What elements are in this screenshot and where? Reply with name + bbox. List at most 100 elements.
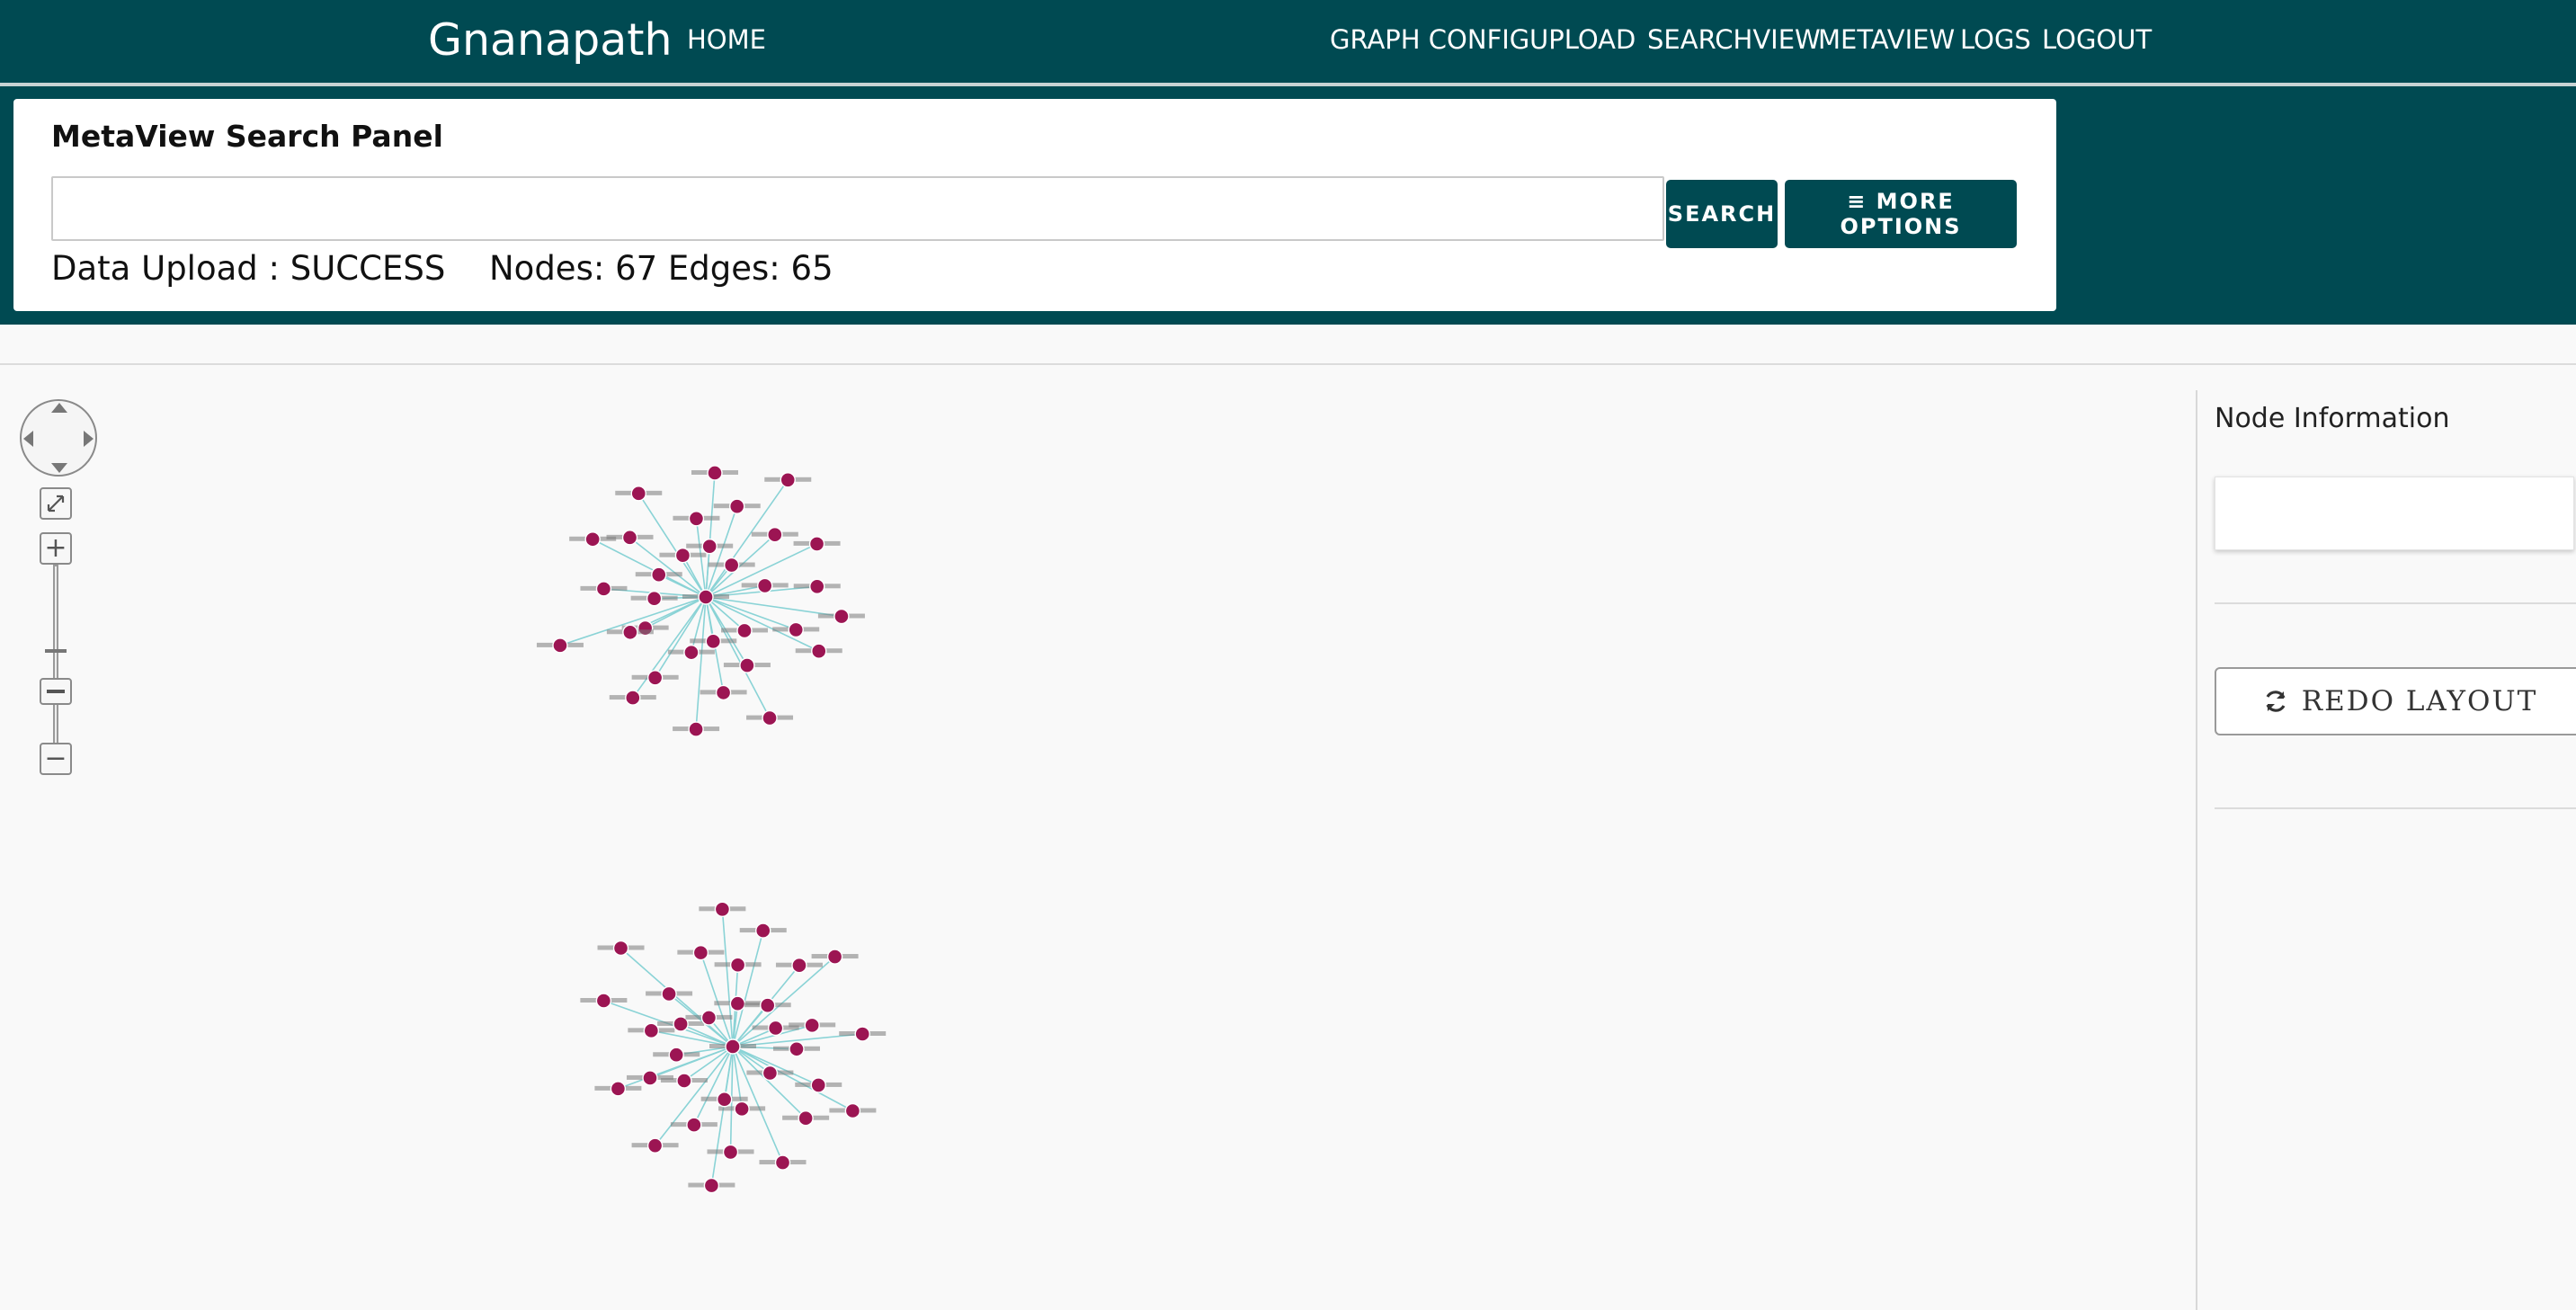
graph-node[interactable] bbox=[762, 709, 778, 726]
graph-svg[interactable] bbox=[0, 365, 2196, 1310]
graph-node[interactable] bbox=[789, 1041, 805, 1057]
graph-node[interactable] bbox=[788, 621, 804, 638]
graph-node[interactable] bbox=[760, 997, 776, 1013]
graph-node[interactable] bbox=[698, 589, 714, 605]
graph-node[interactable] bbox=[780, 472, 796, 488]
graph-node[interactable] bbox=[646, 670, 664, 686]
graph-node[interactable] bbox=[630, 486, 646, 502]
graph-node[interactable] bbox=[729, 995, 746, 1011]
graph-node[interactable] bbox=[804, 1017, 820, 1034]
graph-node[interactable] bbox=[700, 1010, 718, 1026]
graph-node[interactable] bbox=[729, 498, 745, 514]
pan-control[interactable] bbox=[20, 399, 97, 477]
redo-layout-label: REDO LAYOUT bbox=[2301, 685, 2538, 717]
graph-node[interactable] bbox=[703, 1177, 720, 1194]
graph-node[interactable] bbox=[723, 557, 740, 574]
graph-edge bbox=[683, 1046, 734, 1082]
search-button[interactable]: SEARCH bbox=[1666, 180, 1778, 248]
graph-node[interactable] bbox=[661, 985, 677, 1003]
graph-node[interactable] bbox=[808, 536, 825, 552]
nav-searchview[interactable]: SEARCHVIEW bbox=[1647, 23, 1821, 56]
zoom-level-button[interactable] bbox=[40, 678, 72, 705]
graph-node[interactable] bbox=[833, 608, 850, 625]
graph-node[interactable] bbox=[642, 1070, 658, 1086]
pan-right-icon[interactable] bbox=[84, 431, 94, 447]
graph-node[interactable] bbox=[705, 633, 721, 650]
zoom-out-button[interactable]: − bbox=[40, 743, 72, 775]
graph-node[interactable] bbox=[725, 1038, 741, 1055]
nav-metaview[interactable]: METAVIEW bbox=[1818, 23, 1955, 56]
graph-node[interactable] bbox=[622, 624, 638, 640]
zoom-slider-track[interactable] bbox=[53, 565, 58, 744]
upload-status: Data Upload : SUCCESS bbox=[51, 249, 446, 288]
graph-node[interactable] bbox=[612, 940, 629, 957]
redo-layout-button[interactable]: REDO LAYOUT bbox=[2215, 667, 2576, 735]
nav-logout[interactable]: LOGOUT bbox=[2042, 23, 2152, 56]
graph-node[interactable] bbox=[674, 547, 691, 564]
graph-node[interactable] bbox=[739, 657, 755, 673]
search-input[interactable] bbox=[51, 176, 1664, 241]
graph-node[interactable] bbox=[552, 637, 568, 654]
graph-node[interactable] bbox=[701, 538, 718, 555]
graph-node[interactable] bbox=[646, 1137, 664, 1154]
nav-home[interactable]: HOME bbox=[687, 23, 766, 56]
pan-up-icon[interactable] bbox=[51, 403, 67, 413]
graph-node[interactable] bbox=[757, 577, 773, 594]
graph-node[interactable] bbox=[716, 1092, 733, 1108]
graph-node[interactable] bbox=[621, 530, 638, 546]
graph-node[interactable] bbox=[811, 643, 827, 659]
graph-node[interactable] bbox=[646, 591, 663, 607]
node-info-sidebar: Node Information REDO LAYOUT bbox=[2196, 390, 2576, 1310]
zoom-slider-handle[interactable] bbox=[45, 649, 67, 653]
graph-node[interactable] bbox=[791, 958, 807, 974]
zoom-in-button[interactable]: + bbox=[40, 532, 72, 565]
graph-node[interactable] bbox=[715, 684, 732, 701]
graph-node[interactable] bbox=[755, 922, 771, 939]
graph-node[interactable] bbox=[734, 1101, 750, 1118]
pan-down-icon[interactable] bbox=[51, 463, 67, 473]
graph-edge bbox=[705, 596, 797, 631]
graph-cluster[interactable] bbox=[536, 465, 865, 737]
graph-node[interactable] bbox=[809, 578, 825, 595]
graph-canvas[interactable] bbox=[0, 365, 2196, 1310]
sidebar-divider bbox=[2215, 602, 2576, 604]
nav-graph-config[interactable]: GRAPH CONFIG bbox=[1330, 23, 1529, 56]
graph-node[interactable] bbox=[610, 1081, 627, 1097]
fit-view-button[interactable] bbox=[40, 487, 72, 520]
graph-node[interactable] bbox=[692, 944, 709, 961]
graph-node[interactable] bbox=[651, 566, 667, 583]
graph-node[interactable] bbox=[688, 511, 705, 527]
brand-logo[interactable]: Gnanapath bbox=[428, 14, 673, 67]
graph-node[interactable] bbox=[798, 1110, 814, 1127]
graph-node[interactable] bbox=[762, 1065, 779, 1082]
pan-left-icon[interactable] bbox=[23, 431, 33, 447]
more-options-button[interactable]: ≡ MORE OPTIONS bbox=[1785, 180, 2017, 248]
graph-node[interactable] bbox=[707, 465, 723, 481]
graph-node[interactable] bbox=[584, 531, 601, 548]
graph-node[interactable] bbox=[714, 901, 731, 917]
graph-cluster[interactable] bbox=[580, 901, 887, 1194]
graph-node[interactable] bbox=[668, 1047, 684, 1063]
graph-node[interactable] bbox=[683, 644, 700, 661]
graph-node[interactable] bbox=[643, 1022, 660, 1039]
graph-node[interactable] bbox=[810, 1077, 826, 1093]
graph-node[interactable] bbox=[686, 1117, 702, 1133]
nav-logs[interactable]: LOGS bbox=[1960, 23, 2031, 56]
graph-node[interactable] bbox=[844, 1102, 861, 1119]
graph-node[interactable] bbox=[688, 721, 704, 737]
sidebar-title: Node Information bbox=[2215, 403, 2450, 434]
graph-node[interactable] bbox=[826, 949, 843, 965]
graph-node[interactable] bbox=[854, 1026, 870, 1042]
graph-node[interactable] bbox=[774, 1154, 791, 1171]
graph-node[interactable] bbox=[676, 1073, 692, 1089]
graph-node[interactable] bbox=[767, 527, 783, 543]
graph-node[interactable] bbox=[729, 957, 746, 973]
graph-node[interactable] bbox=[595, 581, 612, 597]
nav-upload[interactable]: UPLOAD bbox=[1529, 23, 1636, 56]
graph-node[interactable] bbox=[625, 690, 641, 706]
graph-node[interactable] bbox=[767, 1020, 784, 1037]
graph-node[interactable] bbox=[595, 993, 612, 1009]
graph-edge bbox=[732, 1046, 853, 1112]
graph-node[interactable] bbox=[722, 1144, 739, 1161]
graph-node[interactable] bbox=[736, 622, 753, 639]
